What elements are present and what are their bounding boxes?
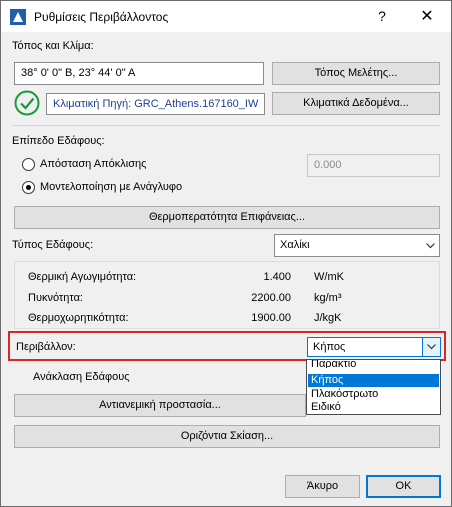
soil-type-value: Χαλίκι — [280, 239, 310, 251]
dropdown-option-custom[interactable]: Ειδικό — [308, 401, 439, 414]
window-title: Ρυθμίσεις Περιβάλλοντος — [34, 10, 169, 24]
ground-level-label: Επίπεδο Εδάφους: — [12, 135, 105, 147]
offset-radio[interactable] — [22, 158, 35, 171]
soil-type-select[interactable]: Χαλίκι — [274, 234, 440, 257]
soil-type-label: Τύπος Εδάφους: — [12, 239, 94, 251]
help-button[interactable]: ? — [372, 8, 392, 24]
checkmark-circle-icon — [14, 90, 40, 116]
surroundings-dropdown-list: Παράκτιο Κήπος Πλακόστρωτο Ειδικό — [306, 359, 441, 415]
property-value: 1.400 — [263, 271, 291, 283]
ok-button[interactable]: OK — [366, 475, 441, 498]
cancel-button[interactable]: Άκυρο — [285, 475, 360, 498]
horizon-shading-button[interactable]: Οριζόντια Σκίαση... — [14, 425, 440, 448]
close-button[interactable]: ✕ — [417, 6, 437, 26]
surface-temperature-button[interactable]: Θερμοπερατότητα Επιφάνειας... — [14, 206, 440, 229]
dropdown-option-coastal[interactable]: Παράκτιο — [308, 360, 439, 368]
climate-source-field: Κλιματική Πηγή: GRC_Athens.167160_IW — [46, 93, 265, 115]
property-label: Πυκνότητα: — [28, 292, 83, 304]
property-value: 1900.00 — [251, 312, 291, 324]
surroundings-select[interactable]: Κήπος — [307, 337, 441, 357]
location-section-label: Τόπος και Κλίμα: — [12, 40, 94, 52]
terrain-radio[interactable] — [22, 181, 35, 194]
dropdown-option-garden[interactable]: Κήπος — [308, 374, 439, 387]
property-value: 2200.00 — [251, 292, 291, 304]
chevron-down-icon — [421, 235, 439, 256]
coordinates-field: 38° 0' 0" B, 23° 44' 0" A — [14, 62, 264, 85]
dropdown-option-paved[interactable]: Πλακόστρωτο — [308, 388, 439, 401]
terrain-option-label: Μοντελοποίηση με Ανάγλυφο — [40, 181, 183, 193]
environment-settings-dialog: Ρυθμίσεις Περιβάλλοντος ? ✕ Τόπος και Κλ… — [0, 0, 452, 507]
glare-protection-label: Αντιανεμική προστασία... — [99, 399, 221, 411]
property-unit: kg/m³ — [314, 292, 342, 304]
app-icon — [10, 9, 26, 25]
property-label: Θερμική Αγωγιμότητα: — [28, 271, 137, 283]
surroundings-value: Κήπος — [313, 341, 346, 353]
climate-data-button[interactable]: Κλιματικά Δεδομένα... — [272, 92, 440, 115]
ground-reflection-label: Ανάκλαση Εδάφους — [33, 371, 130, 383]
property-unit: W/mK — [314, 271, 344, 283]
offset-value-field[interactable]: 0.000 — [307, 154, 440, 177]
divider — [12, 125, 440, 126]
title-bar: Ρυθμίσεις Περιβάλλοντος ? ✕ — [1, 1, 451, 32]
glare-protection-button[interactable]: Αντιανεμική προστασία... — [14, 394, 306, 417]
surroundings-label: Περιβάλλον: — [16, 341, 76, 353]
offset-option-label: Απόσταση Απόκλισης — [40, 158, 147, 170]
property-unit: J/kgK — [314, 312, 342, 324]
property-label: Θερμοχωρητικότητα: — [28, 312, 129, 324]
chevron-down-icon — [422, 338, 440, 356]
project-location-button[interactable]: Τόπος Μελέτης... — [272, 62, 440, 85]
